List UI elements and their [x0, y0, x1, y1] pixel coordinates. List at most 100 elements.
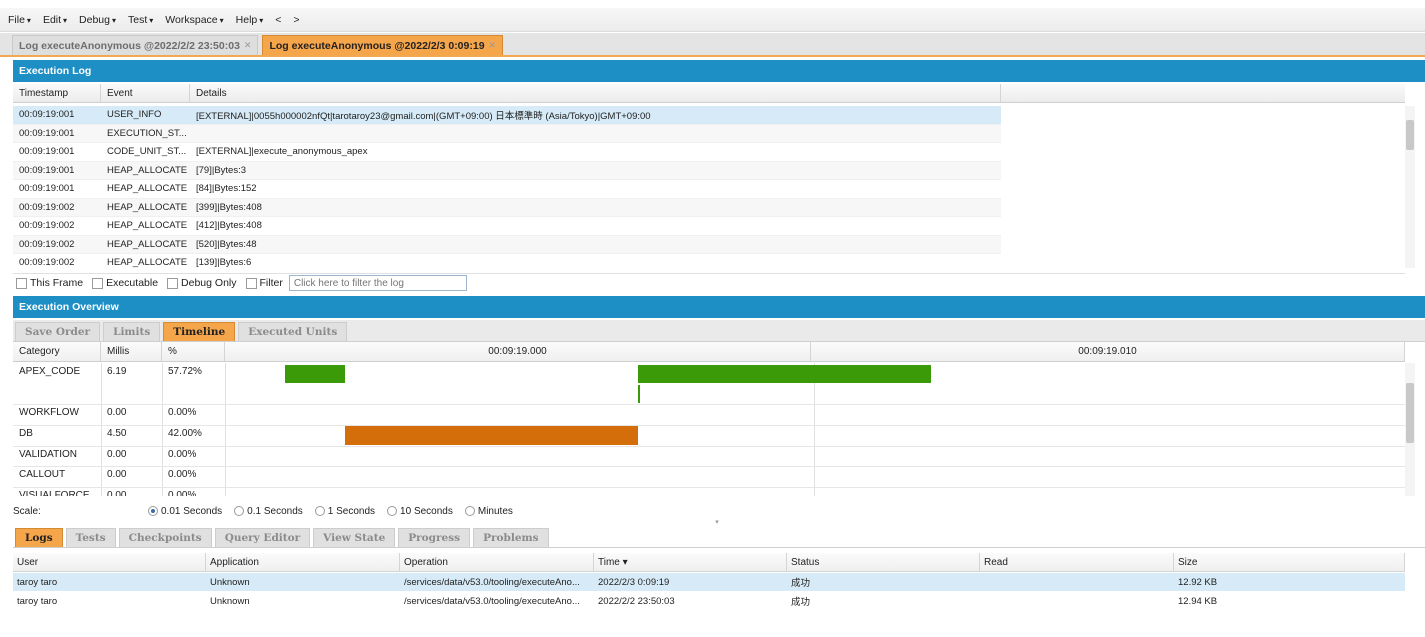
executable-label: Executable	[106, 277, 159, 289]
menu-edit[interactable]: Edit ▾	[43, 14, 67, 26]
column-time[interactable]: Time ▾	[594, 553, 787, 571]
close-icon[interactable]: ✕	[489, 40, 497, 51]
tab-timeline[interactable]: Timeline	[163, 322, 236, 341]
event-cell: HEAP_ALLOCATE	[107, 201, 188, 213]
debug-only-checkbox[interactable]: Debug Only	[164, 277, 237, 289]
timestamp-cell: 00:09:19:001	[19, 183, 75, 195]
table-row[interactable]: 00:09:19:001 CODE_UNIT_ST... [EXTERNAL]|ex…	[13, 143, 1001, 162]
tab-limits[interactable]: Limits	[103, 322, 161, 341]
column-category[interactable]: Category	[13, 342, 101, 361]
radio-button[interactable]	[387, 506, 398, 516]
tab-checkpoints[interactable]: Checkpoints	[118, 528, 212, 547]
tab-problems[interactable]: Problems	[473, 528, 549, 547]
column-application[interactable]: Application	[206, 553, 400, 571]
scrollbar-thumb[interactable]	[1406, 120, 1414, 150]
tab-view-state[interactable]: View State	[313, 528, 396, 547]
column-timestamp[interactable]: Timestamp	[13, 84, 101, 102]
close-icon[interactable]: ✕	[244, 40, 252, 51]
table-row[interactable]: 00:09:19:001 USER_INFO [EXTERNAL]|0055h000…	[13, 106, 1001, 125]
checkbox-box[interactable]	[245, 277, 257, 289]
menu-test[interactable]: Test ▾	[128, 14, 153, 26]
tab-save-order[interactable]: Save Order	[15, 322, 101, 341]
checkbox-box[interactable]	[167, 277, 179, 289]
tab-logs[interactable]: Logs	[15, 528, 63, 547]
scale-radio[interactable]: 0.1 Seconds	[234, 506, 303, 517]
timeline-row[interactable]: VISUALFORCE 0.00 0.00%	[13, 490, 1405, 496]
menu-label: <	[275, 13, 282, 26]
event-cell: HEAP_ALLOCATE	[107, 238, 188, 250]
table-row[interactable]: 00:09:19:002 HEAP_ALLOCATE [139]|Bytes:6	[13, 254, 1001, 268]
column-user[interactable]: User	[13, 553, 206, 571]
table-row[interactable]: taroy taro Unknown/services/data/v53.0/to…	[13, 573, 1405, 591]
radio-button[interactable]	[464, 506, 475, 516]
scale-radio[interactable]: 1 Seconds	[314, 505, 376, 517]
menu-workspace[interactable]: Workspace ▾	[165, 14, 223, 26]
filter-checkbox[interactable]: Filter	[243, 277, 283, 289]
scale-radio[interactable]: 0.01 Seconds	[148, 506, 222, 517]
execution-log-title: Execution Log	[19, 65, 92, 77]
scale-radio[interactable]: 10 Seconds	[387, 506, 453, 517]
table-row[interactable]: 00:09:19:002 HEAP_ALLOCATE [412]|Bytes:408	[13, 217, 1001, 236]
logs-table-columns: User Application Operation Time ▾ Status Read…	[13, 553, 1405, 572]
timestamp-cell: 00:09:19:001	[19, 109, 75, 121]
column-event[interactable]: Event	[101, 84, 190, 102]
column-details[interactable]: Details	[190, 84, 1001, 102]
document-tab[interactable]: Log executeAnonymous @2022/2/3 0:09:19 ✕	[262, 35, 504, 55]
log-filter-input[interactable]	[288, 275, 467, 291]
tab-executed-units[interactable]: Executed Units	[238, 322, 348, 341]
menu-file[interactable]: File ▾	[8, 14, 31, 26]
document-tab[interactable]: Log executeAnonymous @2022/2/2 23:50:03 ✕	[12, 35, 259, 55]
application-cell: Unknown	[210, 595, 250, 607]
radio-button[interactable]	[234, 506, 245, 516]
checkbox-box[interactable]	[16, 277, 27, 289]
debug-only-label: Debug Only	[181, 277, 237, 289]
menu-back[interactable]: <	[275, 14, 281, 26]
table-row[interactable]: 00:09:19:002 HEAP_ALLOCATE [399]|Bytes:408	[13, 198, 1001, 217]
tab-query-editor[interactable]: Query Editor	[214, 528, 311, 547]
event-cell: EXECUTION_ST...	[107, 127, 187, 139]
splitter-handle[interactable]: ▾	[705, 519, 729, 526]
menu-help[interactable]: Help ▾	[236, 14, 264, 26]
column-status[interactable]: Status	[787, 553, 980, 571]
tab-progress[interactable]: Progress	[398, 528, 471, 547]
radio-button[interactable]	[148, 506, 158, 516]
timeline-row[interactable]: CALLOUT 0.00 0.00%	[13, 469, 1405, 480]
this-frame-label: This Frame	[30, 277, 84, 289]
table-row[interactable]: 00:09:19:001 EXECUTION_ST...	[13, 124, 1001, 143]
table-row[interactable]: 00:09:19:001 HEAP_ALLOCATE [79]|Bytes:3	[13, 161, 1001, 180]
menu-label: >	[293, 13, 300, 26]
pct-cell: 0.00%	[168, 490, 197, 496]
menu-label: Test	[128, 13, 148, 26]
scale-option-label: 1 Seconds	[327, 505, 376, 517]
timeline-row[interactable]: VALIDATION 0.00 0.00%	[13, 449, 1405, 460]
table-row[interactable]: taroy taro Unknown/services/data/v53.0/to…	[13, 592, 1405, 610]
scale-bar: Scale: 0.01 Seconds 0.1 Seconds 1 Seconds 1…	[13, 502, 1405, 520]
menu-forward[interactable]: >	[293, 14, 299, 26]
radio-button[interactable]	[314, 506, 325, 516]
millis-cell: 6.19	[107, 366, 127, 377]
column-percent[interactable]: %	[162, 342, 225, 361]
checkbox-box[interactable]	[92, 277, 104, 289]
status-cell: 成功	[791, 578, 811, 589]
time-cell: 2022/2/3 0:09:19	[598, 576, 670, 588]
timestamp-cell: 00:09:19:002	[19, 220, 75, 232]
timeline-row[interactable]: DB 4.50 42.00%	[13, 428, 1405, 439]
menu-debug[interactable]: Debug ▾	[79, 14, 116, 26]
event-cell: HEAP_ALLOCATE	[107, 257, 188, 268]
scale-radio[interactable]: Minutes	[464, 506, 513, 517]
timeline-row[interactable]: WORKFLOW 0.00 0.00%	[13, 407, 1405, 418]
chevron-down-icon: ▾	[149, 15, 154, 25]
this-frame-checkbox[interactable]: This Frame	[13, 277, 83, 289]
column-operation[interactable]: Operation	[400, 553, 594, 571]
column-size[interactable]: Size	[1174, 553, 1405, 571]
table-row[interactable]: 00:09:19:002 HEAP_ALLOCATE [520]|Bytes:48	[13, 235, 1001, 254]
executable-checkbox[interactable]: Executable	[89, 277, 158, 289]
column-read[interactable]: Read	[980, 553, 1174, 571]
column-millis[interactable]: Millis	[101, 342, 162, 361]
timeline-scrollbar[interactable]	[1405, 363, 1415, 496]
table-row[interactable]: 00:09:19:001 HEAP_ALLOCATE [84]|Bytes:152	[13, 180, 1001, 199]
scrollbar-thumb[interactable]	[1406, 383, 1414, 443]
tab-tests[interactable]: Tests	[65, 528, 116, 547]
execution-log-scrollbar[interactable]	[1405, 106, 1415, 268]
timeline-row[interactable]: APEX_CODE 6.19 57.72%	[13, 366, 1405, 377]
